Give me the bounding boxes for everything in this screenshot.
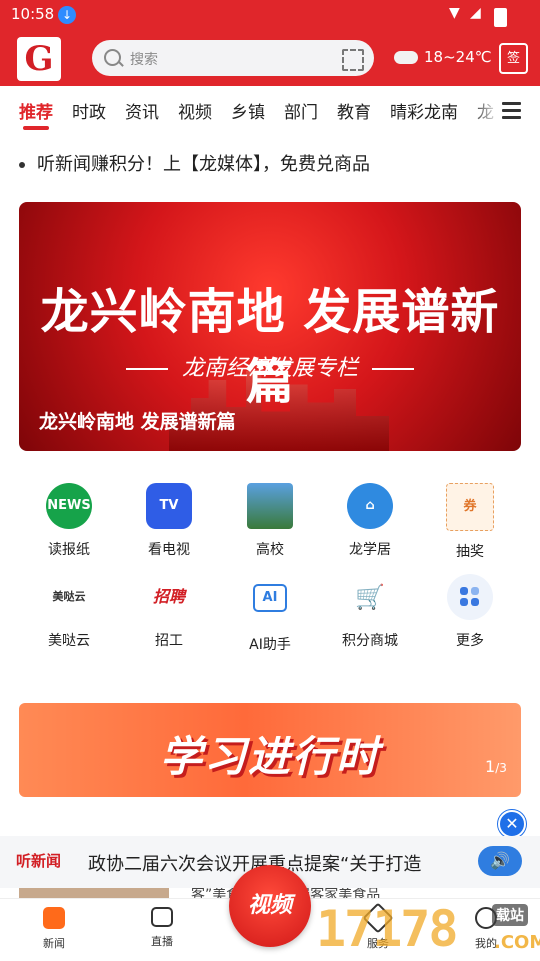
grid-label: 更多 [456,633,484,649]
grid-label: 高校 [256,542,284,558]
more-apps-icon [447,574,493,620]
tab-qingcai-longnan[interactable]: 晴彩龙南 [390,98,458,123]
ai-assistant-icon: AI [253,584,287,612]
grid-label: 招工 [155,633,183,649]
listen-news-badge: 听新闻 [16,852,62,870]
news-ticker[interactable]: 听新闻赚积分！上【龙媒体】，免费兑商品 [19,150,370,176]
grid-points-mall[interactable]: 🛒 积分商城 [330,574,410,650]
grid-label: 看电视 [148,542,190,558]
weather-widget[interactable]: 18~24℃ [394,48,492,66]
watermark-tag: 载站 [492,904,528,926]
nav-label: 直播 [151,935,173,948]
grid-label: 美哒云 [48,633,90,649]
tab-education[interactable]: 教育 [337,98,371,123]
cloud-icon [394,51,418,64]
download-icon: ↓ [58,6,76,24]
newspaper-icon: NEWS [46,483,92,529]
grid-label: 读报纸 [48,542,90,558]
speaker-icon[interactable]: 🔊 [478,846,522,876]
status-bar: 10:58 ↓ ▼ ◢ [0,0,540,30]
hero-banner[interactable]: 龙兴岭南地 发展谱新篇 龙南经济发展专栏 龙兴岭南地 发展谱新篇 [19,202,521,451]
grid-read-newspaper[interactable]: NEWS 读报纸 [29,483,109,559]
video-tab-button[interactable]: 视频 [229,865,311,947]
tab-recommend[interactable]: 推荐 [19,98,53,123]
meida-cloud-icon: 美哒云 [46,574,92,620]
site-watermark: 17178 载站 .COM [316,900,540,960]
watermark-number: 17178 [316,900,459,958]
grid-label: AI助手 [249,637,291,653]
active-tab-indicator [23,126,49,130]
university-icon [247,483,293,529]
house-icon: ⌂ [347,483,393,529]
grid-lottery[interactable]: 券 抽奖 [430,483,510,561]
nav-live[interactable]: 直播 [127,907,197,949]
ticker-text: 听新闻赚积分！上【龙媒体】，免费兑商品 [37,154,370,175]
close-icon[interactable]: ✕ [498,810,526,838]
weather-temp: 18~24℃ [424,48,492,66]
lottery-ticket-icon: 券 [446,483,494,531]
tab-departments[interactable]: 部门 [284,98,318,123]
status-time: 10:58 [11,5,55,23]
grid-meida-cloud[interactable]: 美哒云 美哒云 [29,574,109,650]
news-tab-icon [43,907,65,929]
tv-icon: TV [146,483,192,529]
scan-icon[interactable] [342,49,364,71]
tab-politics[interactable]: 时政 [72,98,106,123]
grid-label: 龙学居 [349,542,391,558]
bullet-icon [19,162,25,168]
grid-watch-tv[interactable]: TV 看电视 [129,483,209,559]
grid-label: 积分商城 [342,633,398,649]
recruit-icon: 招聘 [146,574,192,620]
banner-subtitle: 龙南经济发展专栏 [19,350,521,382]
menu-icon[interactable] [502,102,521,119]
grid-recruit[interactable]: 招聘 招工 [129,574,209,650]
promo-title: 学习进行时 [159,732,380,781]
tab-video[interactable]: 视频 [178,98,212,123]
grid-label: 抽奖 [456,544,484,560]
tab-towns[interactable]: 乡镇 [231,98,265,123]
carousel-indicator [209,442,329,451]
grid-ai-assistant[interactable]: AI AI助手 [230,574,310,654]
shopping-cart-icon: 🛒 [347,574,393,620]
checkin-calendar-icon[interactable]: 签 [499,43,528,74]
watermark-domain: .COM [494,932,540,953]
live-tab-icon [151,907,173,927]
app-logo[interactable]: G [17,37,61,81]
grid-university[interactable]: 高校 [230,483,310,559]
search-placeholder: 搜索 [130,52,158,68]
signal-icon: ◢ [470,5,481,21]
tab-info[interactable]: 资讯 [125,98,159,123]
nav-label: 新闻 [43,937,65,950]
battery-icon [494,8,507,27]
category-tabs: 推荐 时政 资讯 视频 乡镇 部门 教育 晴彩龙南 龙 [0,92,540,132]
nav-news[interactable]: 新闻 [19,907,89,951]
search-icon [104,49,121,66]
wifi-icon: ▼ [449,5,460,21]
grid-more[interactable]: 更多 [430,574,510,650]
promo-banner[interactable]: 学习进行时 1/3 [19,703,521,797]
banner-caption: 龙兴岭南地 发展谱新篇 [39,411,236,433]
grid-longxueju[interactable]: ⌂ 龙学居 [330,483,410,559]
search-input[interactable]: 搜索 [92,40,374,76]
banner-headline: 龙兴岭南地 发展谱新篇 [40,284,500,410]
promo-pager: 1/3 [485,757,507,776]
